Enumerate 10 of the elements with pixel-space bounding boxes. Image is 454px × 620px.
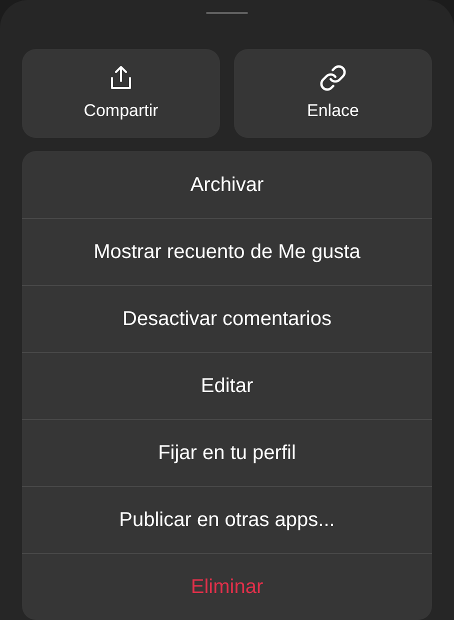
action-button[interactable]: Enlace <box>234 49 432 138</box>
menu-item[interactable]: Mostrar recuento de Me gusta <box>22 218 432 285</box>
link-icon <box>319 64 347 92</box>
drag-handle[interactable] <box>206 12 248 14</box>
menu-item[interactable]: Desactivar comentarios <box>22 285 432 352</box>
menu-item[interactable]: Editar <box>22 352 432 419</box>
menu-item[interactable]: Publicar en otras apps... <box>22 486 432 553</box>
action-button[interactable]: Compartir <box>22 49 220 138</box>
menu-item[interactable]: Archivar <box>22 151 432 218</box>
menu-item[interactable]: Fijar en tu perfil <box>22 419 432 486</box>
